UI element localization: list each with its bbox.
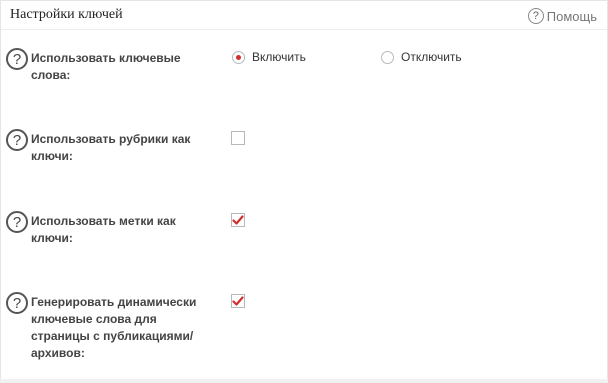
setting-label: Использовать ключевые слова: [31,51,181,82]
keyword-settings-panel: Настройки ключей ? Помощь ? Использовать… [0,0,608,383]
panel-header: Настройки ключей ? Помощь [1,1,607,30]
question-circle-icon[interactable]: ? [6,211,28,233]
radio-label: Включить [252,50,306,64]
dynamic-keywords-checkbox[interactable] [231,294,245,308]
question-circle-icon: ? [527,8,544,24]
setting-label: Использовать метки как ключи: [31,214,176,245]
setting-label: Генерировать динамически ключевые слова … [31,295,197,360]
radio-button[interactable] [381,50,394,64]
radio-enable[interactable]: Включить [232,50,306,64]
setting-label: Использовать рубрики как ключи: [31,132,191,163]
help-label: Помощь [546,8,597,24]
question-circle-icon[interactable]: ? [6,292,28,314]
help-link[interactable]: ? Помощь [527,7,597,25]
question-circle-icon[interactable]: ? [6,129,28,151]
checkmark-icon [232,214,244,225]
radio-button-selected[interactable] [232,50,245,64]
footer-divider [0,379,608,383]
checkmark-icon [232,295,244,306]
use-tags-checkbox[interactable] [231,213,245,227]
panel-title: Настройки ключей [10,7,123,22]
radio-disable[interactable]: Отключить [381,50,462,64]
use-categories-checkbox[interactable] [231,131,245,145]
radio-label: Отключить [401,50,462,64]
question-circle-icon[interactable]: ? [6,48,28,70]
